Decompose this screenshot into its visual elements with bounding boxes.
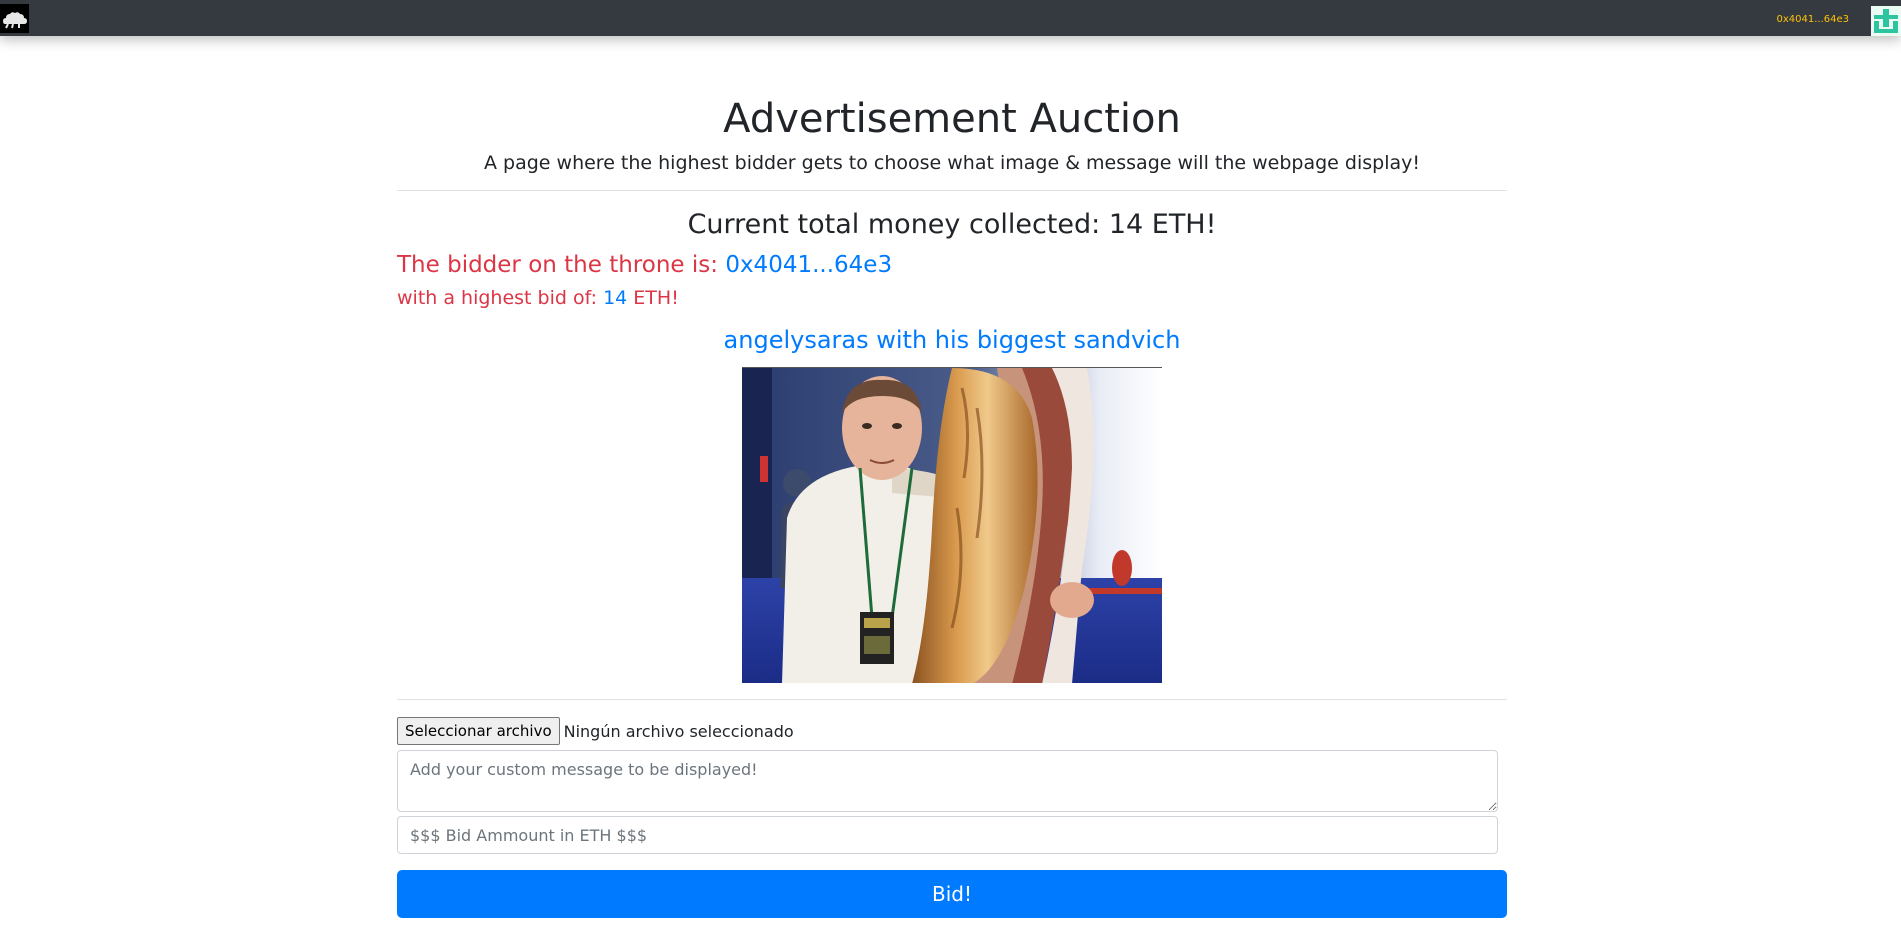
throne-label: The bidder on the throne is:: [397, 252, 726, 278]
advertisement-message: angelysaras with his biggest sandvich: [723, 326, 1181, 354]
page-title: Advertisement Auction: [723, 96, 1181, 142]
identicon-avatar-icon[interactable]: [1871, 6, 1901, 36]
highest-bid-unit: ETH!: [627, 287, 679, 309]
choose-file-button[interactable]: Seleccionar archivo: [397, 717, 560, 745]
throne-address: 0x4041...64e3: [725, 252, 893, 278]
wallet-account-address: 0x4041...64e3: [1776, 14, 1849, 25]
highest-bid-label: with a highest bid of:: [397, 287, 604, 309]
advertisement-photo: [742, 367, 1162, 683]
highest-bid: with a highest bid of: 14 ETH!: [397, 286, 679, 310]
divider: [397, 699, 1507, 700]
bid-amount-input[interactable]: [397, 816, 1498, 854]
highest-bid-amount: 14: [603, 287, 628, 309]
total-collected-text: Current total money collected: 14 ETH!: [687, 209, 1217, 240]
top-navbar: 0x4041...64e3: [0, 0, 1901, 36]
divider: [397, 190, 1507, 191]
throne-bidder: The bidder on the throne is: 0x4041...64…: [397, 251, 892, 279]
page-subtitle: A page where the highest bidder gets to …: [484, 152, 1420, 174]
file-status-text: Ningún archivo seleccionado: [563, 721, 794, 741]
custom-message-input[interactable]: [397, 750, 1498, 812]
bid-button[interactable]: Bid!: [397, 870, 1507, 918]
cloud-logo-icon[interactable]: [0, 4, 29, 33]
image-file-picker: Seleccionar archivo Ningún archivo selec…: [397, 717, 794, 745]
